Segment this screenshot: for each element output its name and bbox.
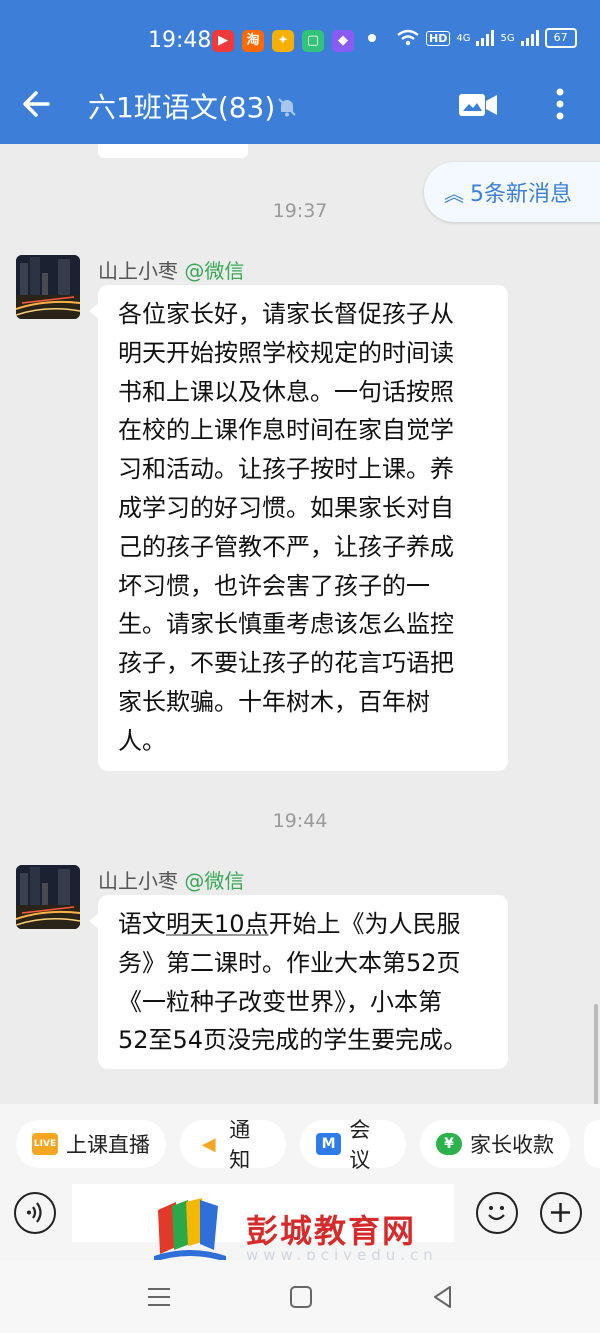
parent-payment-label: 家长收款 (470, 1133, 554, 1157)
more-actions-chip[interactable] (584, 1120, 600, 1168)
avatar-city-night-image (16, 255, 80, 319)
message-line: 明天开始按照学校规定的时间读 (118, 338, 454, 367)
message-line: 家长欺骗。十年树木，百年树 (118, 687, 430, 716)
message-line: 人。 (118, 726, 166, 755)
meeting-icon: M (316, 1133, 342, 1155)
message-timestamp: 19:44 (272, 810, 328, 832)
network-label-4g: 4G (456, 32, 471, 44)
chat-app-icon: ▢ (302, 30, 324, 52)
menu-icon[interactable] (144, 1282, 174, 1312)
plus-button[interactable] (540, 1192, 582, 1234)
sender-name-text: 山上小枣 (98, 259, 178, 283)
live-class-button[interactable]: LIVE 上课直播 (16, 1120, 166, 1168)
message-line: 己的孩子管教不严，让孩子养成 (118, 532, 454, 561)
watermark: 彭城教育网 www.pcjyedu.cn (150, 1196, 450, 1270)
message-line: 书和上课以及休息。一句话按照 (118, 377, 454, 406)
voice-button[interactable] (14, 1192, 56, 1234)
message-line: 习和活动。让孩子按时上课。养 (118, 455, 454, 484)
parent-payment-button[interactable]: ¥ 家长收款 (420, 1120, 570, 1168)
status-time: 19:48 (148, 28, 212, 53)
payment-icon: ¥ (436, 1133, 462, 1155)
sender-source: @微信 (184, 259, 245, 283)
bell-off-icon (278, 98, 296, 117)
back-arrow-icon[interactable] (18, 84, 58, 124)
message-line: 务》第二课时。作业大本第52页 (118, 948, 461, 977)
sender-name: 山上小枣 @微信 (98, 865, 244, 894)
live-icon: LIVE (32, 1133, 58, 1155)
message-text: 语文 (118, 910, 166, 938)
status-bar: 19:48 ▶ 淘 ✦ ▢ ◆ HD 4G 5G 67 (0, 0, 600, 80)
avatar[interactable] (16, 255, 80, 319)
message-line: 坏习惯，也许会害了孩子的一 (118, 571, 430, 600)
video-app-icon: ▶ (212, 30, 234, 52)
sender-name-text: 山上小枣 (98, 869, 178, 893)
message-line: 52至54页没完成的学生要完成。 (118, 1026, 468, 1055)
hd-badge: HD (426, 30, 451, 46)
meeting-label: 会议 (349, 1118, 371, 1172)
shopping-app-icon: ✦ (272, 30, 294, 52)
more-vertical-icon[interactable] (550, 84, 570, 124)
battery-icon: 67 (544, 28, 577, 48)
avatar-city-night-image (16, 865, 80, 929)
message-line: 在校的上课作息时间在家自觉学 (118, 416, 454, 445)
message-text: 开始上《为人民服 (268, 910, 461, 938)
quick-actions-bar: LIVE 上课直播 ◀ 通知 M 会议 ¥ 家长收款 (0, 1104, 600, 1182)
home-square-icon[interactable] (286, 1282, 316, 1312)
meeting-button[interactable]: M 会议 (300, 1118, 406, 1172)
message-bubble[interactable]: 语文明天10点开始上《为人民服 务》第二课时。作业大本第52页 《一粒种子改变世… (89, 895, 508, 1069)
notice-button[interactable]: ◀ 通知 (180, 1118, 286, 1172)
previous-message-bubble[interactable] (98, 144, 248, 158)
book-logo-icon (154, 1198, 226, 1262)
back-triangle-icon[interactable] (428, 1282, 458, 1312)
message-line: 生。请家长慎重考虑该怎么监控 (118, 610, 454, 639)
wifi-icon (397, 29, 419, 46)
emoji-icon (488, 1206, 505, 1221)
date-link[interactable]: 明天10点 (166, 910, 269, 938)
message-line: 《一粒种子改变世界》，小本第 (118, 987, 442, 1016)
emoji-button[interactable] (476, 1192, 518, 1234)
live-class-label: 上课直播 (66, 1133, 150, 1157)
gallery-app-icon: ◆ (332, 30, 354, 52)
chat-title: 六1班语文(83) (88, 91, 276, 124)
status-indicators: HD 4G 5G 67 (396, 28, 577, 48)
avatar[interactable] (16, 865, 80, 929)
scrollbar-thumb[interactable] (594, 1004, 598, 1104)
message-line: 各位家长好，请家长督促孩子从 (118, 300, 454, 328)
notice-label: 通知 (229, 1118, 251, 1172)
message-line: 成学习的好习惯。如果家长对自 (118, 493, 454, 522)
chat-area[interactable]: ︽ 5条新消息 19:37 山上小枣 @微信 各位家长好，请家长督促孩子从 明天… (0, 144, 600, 1104)
sender-name: 山上小枣 @微信 (98, 255, 244, 284)
network-label-5g: 5G (500, 32, 515, 44)
taobao-icon: 淘 (242, 30, 264, 52)
navigation-bar (0, 1260, 600, 1333)
signal-icon (476, 30, 495, 46)
message-line: 孩子，不要让孩子的花言巧语把 (118, 649, 454, 678)
notification-dot (368, 34, 376, 42)
plus-icon (551, 1203, 570, 1222)
signal-icon-2 (520, 30, 539, 46)
video-call-icon[interactable] (458, 90, 498, 120)
top-bar: 19:48 ▶ 淘 ✦ ▢ ◆ HD 4G 5G 67 六1班语文(83) (0, 0, 600, 144)
sender-source: @微信 (184, 869, 245, 893)
megaphone-icon: ◀ (201, 1133, 216, 1155)
voice-icon (27, 1202, 42, 1223)
message-line: 语文明天10点开始上《为人民服 (118, 905, 490, 944)
message-bubble[interactable]: 各位家长好，请家长督促孩子从 明天开始按照学校规定的时间读 书和上课以及休息。一… (89, 285, 508, 771)
message-timestamp: 19:37 (272, 200, 328, 222)
